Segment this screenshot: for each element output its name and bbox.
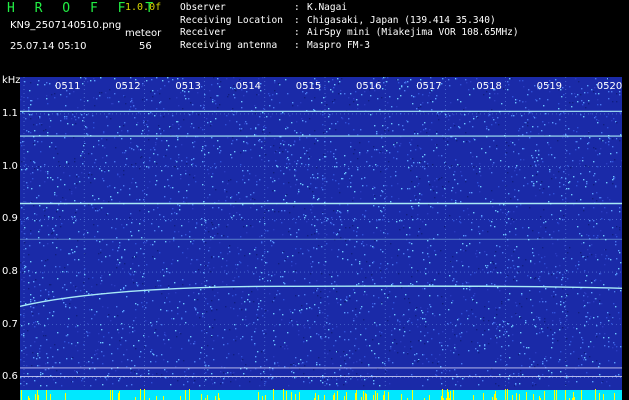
x-tick-label: 0515 xyxy=(296,81,321,92)
station-info: Observer: K.Nagai Receiving Location: Chig… xyxy=(180,2,519,52)
y-tick-label: 0.9 xyxy=(2,213,18,225)
x-tick-label: 0519 xyxy=(537,81,562,92)
info-row-antenna: Receiving antenna: Maspro FM-3 xyxy=(180,40,519,53)
info-separator: : xyxy=(294,27,300,38)
filename-label: KN9_2507140510.png xyxy=(10,20,122,31)
x-tick-label: 0514 xyxy=(236,81,261,92)
info-value: K.Nagai xyxy=(307,2,348,13)
meteor-label: meteor xyxy=(125,28,162,39)
version-label: 1.0.0f xyxy=(125,2,162,13)
x-tick-label: 0520 xyxy=(597,81,622,92)
spectrogram-window: H R O F F T 1.0.0f KN9_2507140510.png 25… xyxy=(0,0,629,400)
info-key: Receiver xyxy=(180,27,226,38)
datetime-label: 25.07.14 05:10 xyxy=(10,41,87,52)
info-row-observer: Observer: K.Nagai xyxy=(180,2,519,15)
y-tick-label: 0.6 xyxy=(2,371,18,383)
info-separator: : xyxy=(294,14,300,26)
plot-background xyxy=(20,77,622,400)
x-tick-label: 0516 xyxy=(356,81,381,92)
x-tick-label: 0518 xyxy=(476,81,501,92)
info-separator: : xyxy=(294,39,300,51)
y-tick-label: 0.7 xyxy=(2,318,18,330)
info-row-receiver: Receiver: AirSpy mini (Miakejima VOR 108.… xyxy=(180,27,519,40)
info-key: Receiving Location xyxy=(180,14,283,26)
y-tick-label: 0.8 xyxy=(2,266,18,278)
meteor-count: 56 xyxy=(139,41,152,52)
info-key: Receiving antenna xyxy=(180,39,278,51)
info-value: AirSpy mini (Miakejima VOR 108.65MHz) xyxy=(307,27,519,38)
x-tick-label: 0512 xyxy=(115,81,140,92)
baseline-layer xyxy=(20,389,622,400)
info-value: Chigasaki, Japan (139.414 35.340) xyxy=(307,14,496,26)
y-tick-label: 1.0 xyxy=(2,160,18,172)
x-tick-label: 0517 xyxy=(416,81,441,92)
spectrogram-plot: 0511 0512 0513 0514 0515 0516 0517 0518 0519 0520 xyxy=(20,77,622,400)
info-key: Observer xyxy=(180,2,226,13)
info-value: Maspro FM-3 xyxy=(307,39,370,51)
y-tick-label: 1.1 xyxy=(2,107,18,119)
y-axis-unit: kHz xyxy=(2,75,21,86)
info-row-location: Receiving Location: Chigasaki, Japan (139… xyxy=(180,15,519,28)
info-separator: : xyxy=(294,2,300,13)
x-tick-label: 0511 xyxy=(55,81,80,92)
x-tick-label: 0513 xyxy=(175,81,200,92)
